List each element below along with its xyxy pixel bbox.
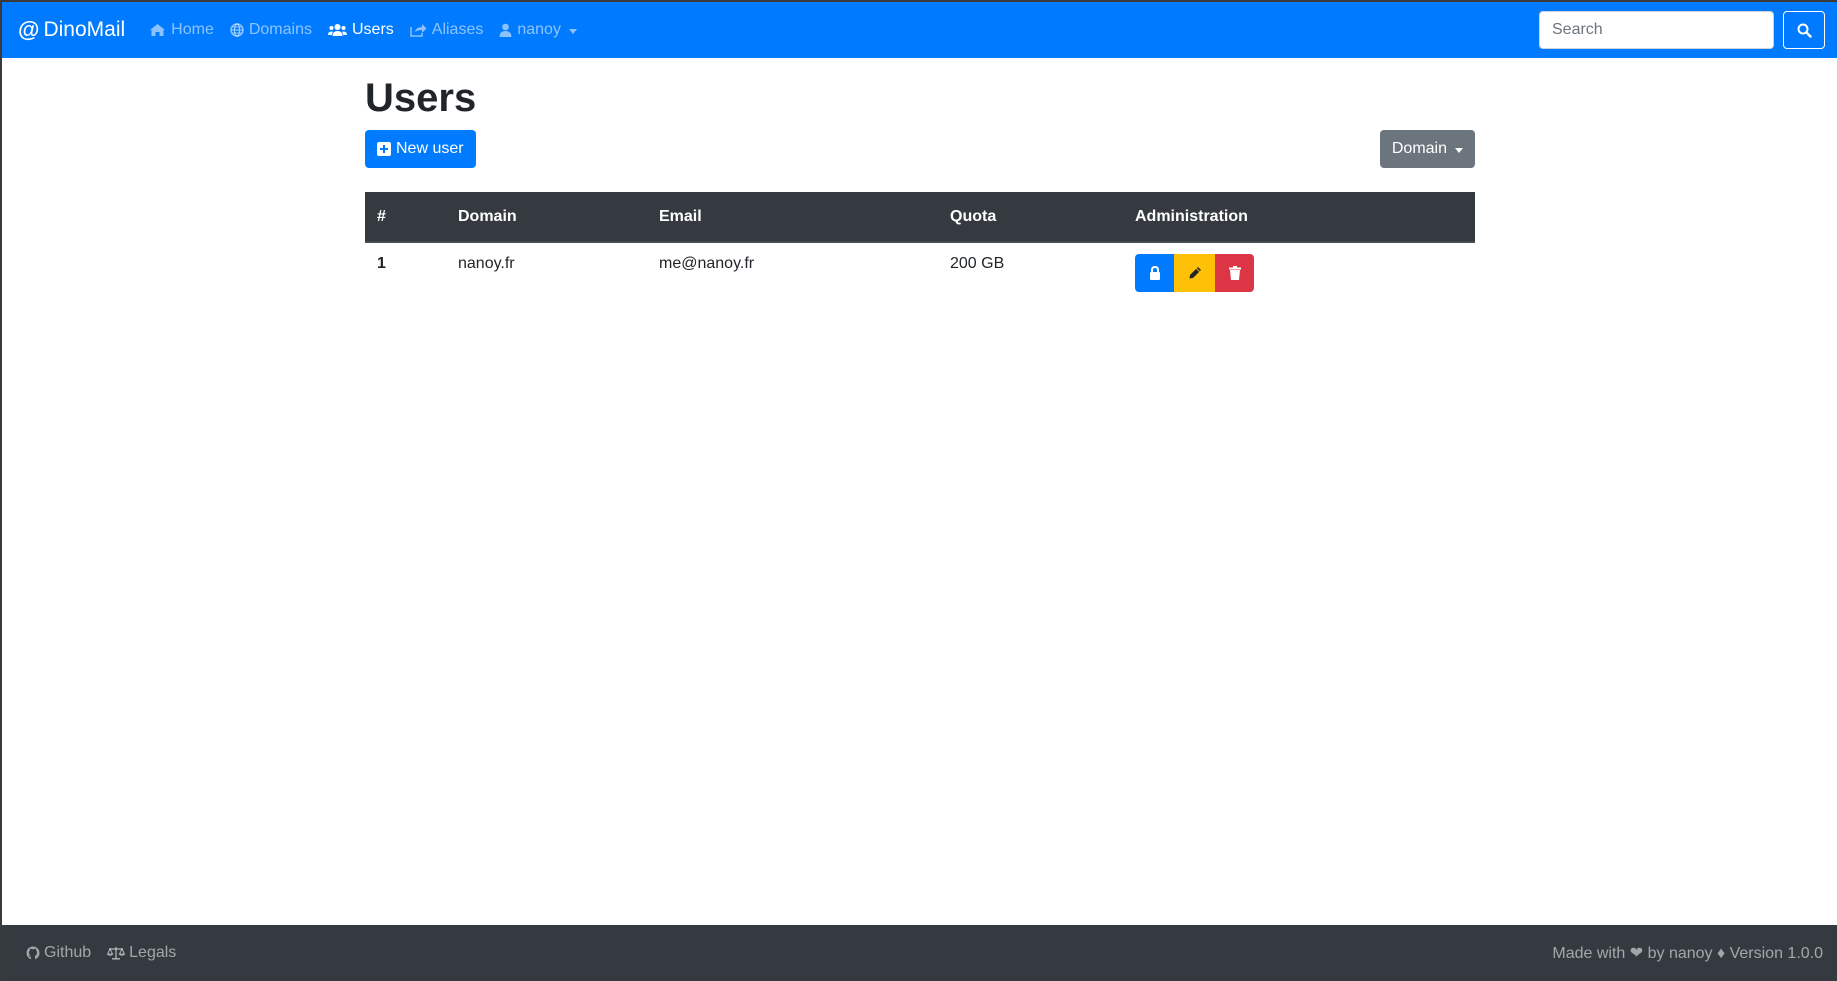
user-menu-dropdown[interactable]: nanoy [499,21,577,39]
header-email: Email [647,192,938,243]
nav-item-label: Home [171,21,214,38]
footer-link-legals[interactable]: Legals [107,944,176,962]
footer-credit: Made with ❤ by nanoy ♦ Version 1.0.0 [1552,945,1823,962]
share-icon [410,24,427,37]
chevron-down-icon [568,28,577,34]
brand-link[interactable]: @ DinoMail [18,17,125,43]
cell-number: 1 [377,255,386,272]
cell-email: me@nanoy.fr [659,255,755,272]
search-icon [1797,23,1812,38]
header-quota: Quota [938,192,1123,243]
footer-link-label: Github [44,944,92,961]
cell-quota: 200 GB [950,255,1005,272]
pencil-icon [1189,267,1201,279]
page-title: Users [365,76,477,120]
search-button[interactable] [1783,11,1825,49]
github-icon [26,946,40,960]
nav-item-home[interactable]: Home [149,21,214,39]
trash-icon [1228,266,1241,280]
edit-user-button[interactable] [1174,254,1215,292]
users-icon [327,24,347,36]
admin-button-group [1135,254,1254,292]
top-navbar: @ DinoMail Home Domains Users Aliases na… [2,2,1837,58]
main-content: Users New user Domain # Domain Email Quo… [365,58,1475,304]
domain-filter-label: Domain [1391,140,1447,157]
user-menu-label: nanoy [517,21,561,38]
new-user-button[interactable]: New user [365,130,476,168]
nav-item-domains[interactable]: Domains [230,21,312,39]
search-form [1539,11,1825,49]
at-icon: @ [18,17,40,42]
home-icon [150,24,166,36]
table-row: 1 nanoy.fr me@nanoy.fr 200 GB [365,242,1475,304]
delete-user-button[interactable] [1215,254,1254,292]
users-table: # Domain Email Quota Administration 1 na… [365,192,1475,304]
header-domain: Domain [446,192,647,243]
footer-link-github[interactable]: Github [26,944,91,962]
footer: Github Legals Made with ❤ by nanoy ♦ Ver… [2,925,1837,981]
nav-item-aliases[interactable]: Aliases [410,21,484,39]
cell-administration [1123,242,1475,304]
toolbar: New user Domain [365,130,1475,168]
plus-square-icon [377,142,391,156]
user-icon [499,23,512,37]
change-password-button[interactable] [1135,254,1174,292]
header-number: # [365,192,446,243]
header-administration: Administration [1123,192,1475,243]
balance-scale-icon [107,947,126,960]
new-user-label: New user [396,140,464,157]
cell-domain: nanoy.fr [458,255,515,272]
chevron-down-icon [1455,147,1463,153]
table-header-row: # Domain Email Quota Administration [365,192,1475,243]
domain-filter-dropdown[interactable]: Domain [1379,130,1475,168]
search-input[interactable] [1539,11,1774,49]
nav-item-label: Aliases [431,21,484,38]
globe-icon [230,23,244,37]
nav-item-label: Domains [248,21,312,38]
nav-item-users[interactable]: Users [327,21,394,39]
lock-icon [1149,266,1160,280]
brand-name: DinoMail [43,18,126,41]
nav-item-label: Users [351,21,394,38]
footer-link-label: Legals [129,944,177,961]
